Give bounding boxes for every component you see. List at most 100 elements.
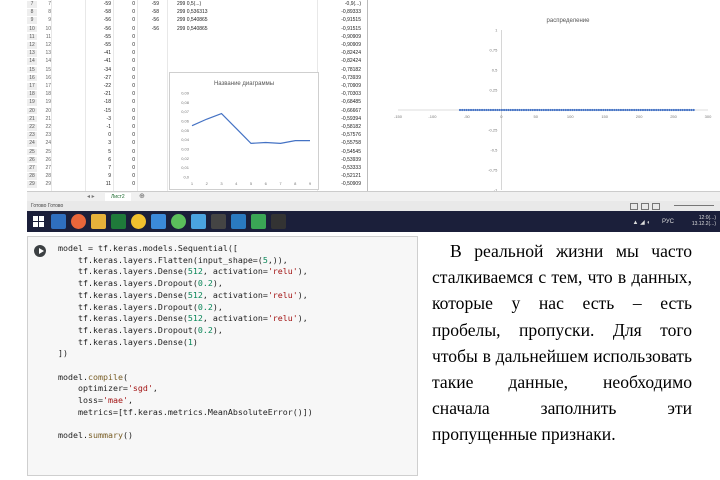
table-cell[interactable]: 3 bbox=[87, 140, 111, 147]
table-cell[interactable]: 6 bbox=[87, 157, 111, 164]
table-cell[interactable]: -0,53333 bbox=[317, 165, 361, 172]
table-cell[interactable]: 23 bbox=[39, 132, 51, 139]
table-cell[interactable]: -55 bbox=[87, 42, 111, 49]
table-cell[interactable]: 299 0,540865 bbox=[177, 26, 237, 33]
file-explorer-icon[interactable] bbox=[91, 214, 106, 229]
tab-nav-arrows[interactable]: ◂ ▸ bbox=[87, 193, 95, 200]
excel-icon[interactable] bbox=[111, 214, 126, 229]
windows-start-icon[interactable] bbox=[31, 214, 46, 229]
table-cell[interactable]: -56 bbox=[139, 26, 159, 33]
table-cell[interactable]: -0,78182 bbox=[317, 67, 361, 74]
table-cell[interactable]: -0,90909 bbox=[317, 34, 361, 41]
table-cell[interactable]: 10 bbox=[27, 25, 37, 33]
app4-icon[interactable] bbox=[271, 214, 286, 229]
table-cell[interactable]: 17 bbox=[39, 83, 51, 90]
table-cell[interactable]: -1 bbox=[87, 124, 111, 131]
table-cell[interactable]: 0 bbox=[115, 17, 135, 24]
table-cell[interactable]: 12 bbox=[27, 42, 37, 49]
table-cell[interactable]: 12 bbox=[39, 42, 51, 49]
table-cell[interactable]: 13 bbox=[39, 50, 51, 57]
table-cell[interactable]: 0 bbox=[115, 181, 135, 188]
table-cell[interactable]: -18 bbox=[87, 99, 111, 106]
table-cell[interactable]: 299 0,5(...) bbox=[177, 1, 237, 8]
table-cell[interactable]: -0,82424 bbox=[317, 58, 361, 65]
zoom-slider[interactable] bbox=[674, 205, 714, 206]
table-cell[interactable]: 10 bbox=[39, 26, 51, 33]
table-cell[interactable]: 0 bbox=[115, 108, 135, 115]
table-cell[interactable]: 9 bbox=[39, 17, 51, 24]
table-cell[interactable]: 0 bbox=[115, 132, 135, 139]
table-cell[interactable]: -0,82424 bbox=[317, 50, 361, 57]
table-cell[interactable]: 25 bbox=[39, 149, 51, 156]
table-cell[interactable]: 7 bbox=[39, 1, 51, 8]
table-cell[interactable]: -0,54545 bbox=[317, 149, 361, 156]
table-cell[interactable]: -0,50909 bbox=[317, 181, 361, 188]
table-cell[interactable]: 5 bbox=[87, 149, 111, 156]
table-cell[interactable]: 23 bbox=[27, 132, 37, 139]
table-cell[interactable]: 28 bbox=[39, 173, 51, 180]
table-cell[interactable]: 0 bbox=[115, 99, 135, 106]
table-cell[interactable]: 0 bbox=[115, 173, 135, 180]
table-cell[interactable]: -15 bbox=[87, 108, 111, 115]
table-cell[interactable]: -59 bbox=[87, 1, 111, 8]
code-editor[interactable]: model = tf.keras.models.Sequential([ tf.… bbox=[58, 243, 313, 442]
table-cell[interactable]: 26 bbox=[27, 156, 37, 164]
view-buttons[interactable] bbox=[630, 203, 660, 210]
table-cell[interactable]: 11 bbox=[87, 181, 111, 188]
table-cell[interactable]: 17 bbox=[27, 83, 37, 90]
table-cell[interactable]: 15 bbox=[39, 67, 51, 74]
chrome-icon[interactable] bbox=[131, 214, 146, 229]
table-cell[interactable]: 0 bbox=[115, 42, 135, 49]
table-cell[interactable]: 0 bbox=[115, 149, 135, 156]
table-cell[interactable]: 0 bbox=[115, 67, 135, 74]
table-cell[interactable]: -0,9(...) bbox=[317, 1, 361, 8]
table-cell[interactable]: 25 bbox=[27, 148, 37, 156]
table-cell[interactable]: 299 0,540865 bbox=[177, 17, 237, 24]
table-cell[interactable]: 299 0,536313 bbox=[177, 9, 237, 16]
table-cell[interactable]: -22 bbox=[87, 83, 111, 90]
table-cell[interactable]: 27 bbox=[27, 165, 37, 172]
table-cell[interactable]: 26 bbox=[39, 157, 51, 164]
table-cell[interactable]: 22 bbox=[39, 124, 51, 131]
add-sheet-icon[interactable]: ⊕ bbox=[139, 192, 145, 201]
firefox-icon[interactable] bbox=[71, 214, 86, 229]
table-cell[interactable]: 19 bbox=[27, 99, 37, 106]
table-cell[interactable]: -27 bbox=[87, 75, 111, 82]
table-cell[interactable]: 28 bbox=[27, 173, 37, 180]
table-cell[interactable]: 0 bbox=[115, 26, 135, 33]
table-cell[interactable]: 20 bbox=[27, 107, 37, 115]
table-cell[interactable]: -0,58182 bbox=[317, 124, 361, 131]
table-cell[interactable]: -58 bbox=[139, 9, 159, 16]
table-cell[interactable]: -21 bbox=[87, 91, 111, 98]
app-icon[interactable] bbox=[191, 214, 206, 229]
table-cell[interactable]: -41 bbox=[87, 58, 111, 65]
table-cell[interactable]: 0 bbox=[115, 165, 135, 172]
table-cell[interactable]: 19 bbox=[39, 99, 51, 106]
table-cell[interactable]: 14 bbox=[27, 58, 37, 65]
table-cell[interactable]: -0,90909 bbox=[317, 42, 361, 49]
table-cell[interactable]: 8 bbox=[39, 9, 51, 16]
table-cell[interactable]: 0 bbox=[115, 91, 135, 98]
table-cell[interactable]: -56 bbox=[87, 26, 111, 33]
taskview-icon[interactable] bbox=[51, 214, 66, 229]
table-cell[interactable]: 7 bbox=[87, 165, 111, 172]
table-cell[interactable]: 22 bbox=[27, 124, 37, 131]
table-cell[interactable]: 0 bbox=[115, 157, 135, 164]
run-cell-icon[interactable] bbox=[34, 245, 46, 257]
table-cell[interactable]: -0,53939 bbox=[317, 157, 361, 164]
table-cell[interactable]: -34 bbox=[87, 67, 111, 74]
table-cell[interactable]: -3 bbox=[87, 116, 111, 123]
table-cell[interactable]: 0 bbox=[115, 50, 135, 57]
table-cell[interactable]: 0 bbox=[115, 1, 135, 8]
table-cell[interactable]: 18 bbox=[39, 91, 51, 98]
table-cell[interactable]: -59 bbox=[139, 1, 159, 8]
whatsapp-icon[interactable] bbox=[171, 214, 186, 229]
table-cell[interactable]: -0,73939 bbox=[317, 75, 361, 82]
table-cell[interactable]: -56 bbox=[87, 17, 111, 24]
table-cell[interactable]: 8 bbox=[27, 9, 37, 16]
table-cell[interactable]: 7 bbox=[27, 1, 37, 8]
table-cell[interactable]: -0,91515 bbox=[317, 26, 361, 33]
table-cell[interactable]: 0 bbox=[115, 83, 135, 90]
table-cell[interactable]: 9 bbox=[87, 173, 111, 180]
table-cell[interactable]: -55 bbox=[87, 34, 111, 41]
